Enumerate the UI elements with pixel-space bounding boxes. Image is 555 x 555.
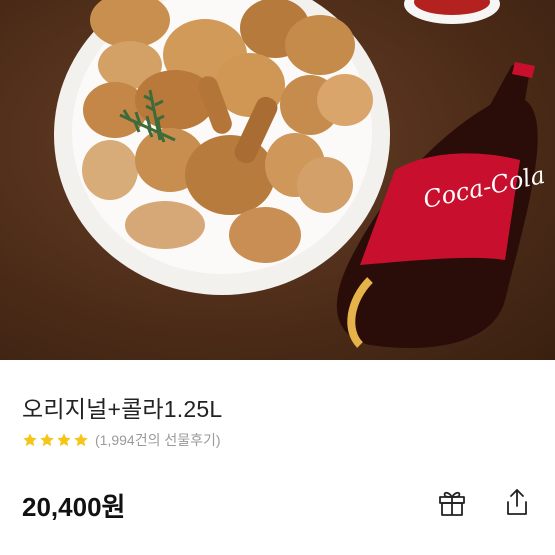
- review-count-link[interactable]: (1,994건의 선물후기): [95, 430, 221, 450]
- product-image: Coca-Cola: [0, 0, 555, 360]
- star-icon: [57, 433, 71, 447]
- gift-icon: [439, 491, 465, 516]
- product-photo: Coca-Cola: [54, 0, 547, 348]
- product-title: 오리지널+콜라1.25L: [22, 396, 223, 422]
- star-icon: [74, 433, 88, 447]
- share-button[interactable]: [499, 484, 535, 520]
- star-icon: [23, 433, 37, 447]
- star-icon: [40, 433, 54, 447]
- product-info: 오리지널+콜라1.25L (1,994건의 선물후기) 20,400원: [0, 360, 555, 555]
- gift-button[interactable]: [434, 484, 470, 520]
- product-price: 20,400원: [22, 492, 126, 522]
- rating-stars: [22, 432, 89, 448]
- rating-row[interactable]: (1,994건의 선물후기): [22, 430, 221, 450]
- share-icon: [507, 489, 527, 515]
